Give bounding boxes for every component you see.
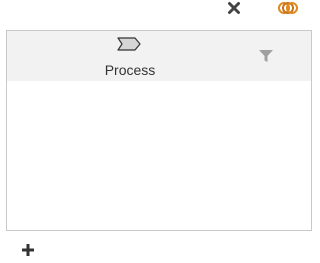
panel-body [7,81,311,230]
process-label: Process [104,62,156,78]
filter-icon [259,50,273,62]
close-icon [228,2,240,14]
close-button[interactable] [224,0,244,16]
process-panel: Process [6,30,312,231]
process-chevron-icon [117,37,141,51]
add-button[interactable] [20,242,36,258]
filter-button[interactable] [258,48,274,64]
linked-rings-icon [278,2,298,14]
linked-rings-button[interactable] [276,0,300,16]
process-widget: Process [0,0,318,263]
add-icon [22,244,34,256]
panel-header: Process [7,31,311,81]
